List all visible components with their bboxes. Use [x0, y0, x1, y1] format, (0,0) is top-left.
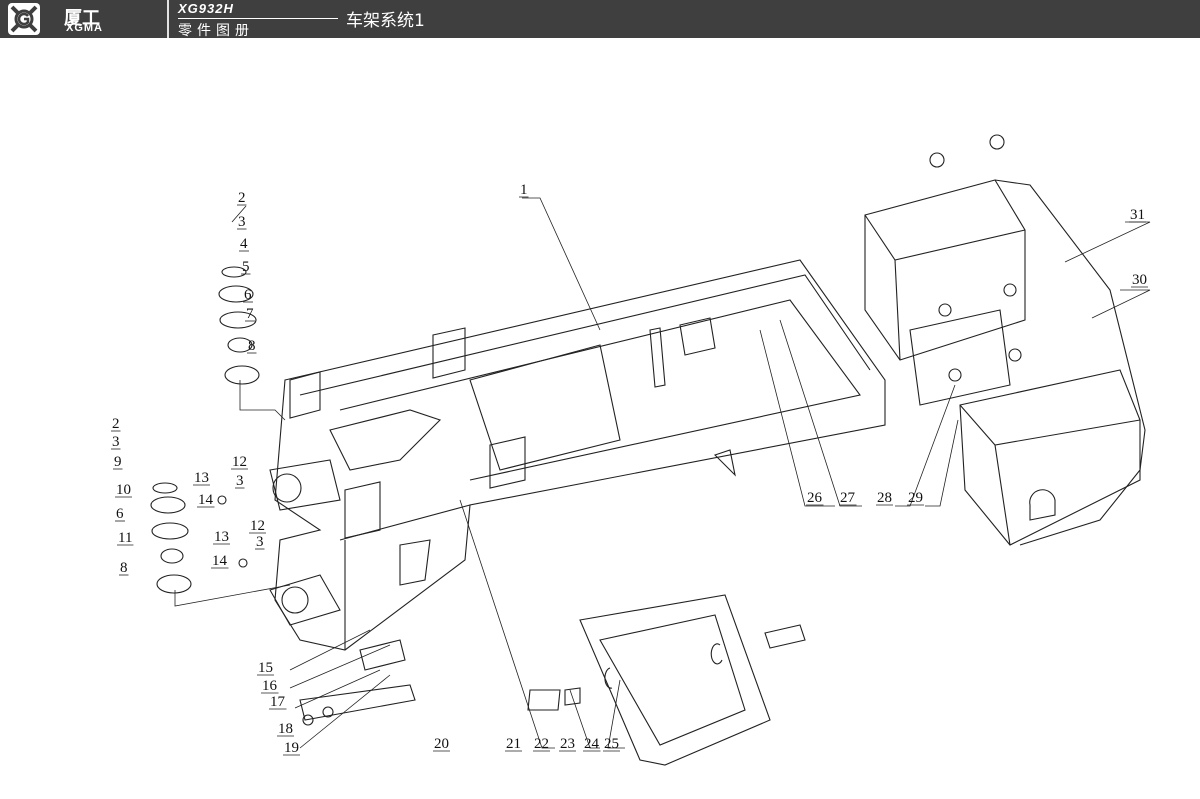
- callout-number-13: 13: [214, 529, 229, 545]
- header-bar: 厦工 XGMA XG932H 零件图册 车架系统1: [0, 0, 1200, 39]
- callout-number-11: 11: [118, 530, 132, 546]
- callout-number-20: 20: [434, 736, 449, 752]
- callout-number-13: 13: [194, 470, 209, 486]
- callout-number-3: 3: [236, 473, 244, 489]
- header-rule: [178, 18, 338, 19]
- exploded-parts-diagram: 1234567823910611812313141213 314151617181…: [111, 134, 1151, 766]
- callout-number-5: 5: [242, 259, 250, 275]
- callout-number-18: 18: [278, 721, 293, 737]
- callout-number-7: 7: [246, 306, 254, 322]
- callout-number-16: 16: [262, 678, 278, 694]
- callout-number-24: 24: [584, 736, 600, 752]
- section-title: 车架系统1: [346, 11, 425, 31]
- brand-name-en: XGMA: [66, 22, 103, 34]
- callout-number-6: 6: [116, 506, 124, 522]
- callout-number-10: 10: [116, 482, 131, 498]
- callout-number-15: 15: [258, 660, 273, 676]
- callout-number-27: 27: [840, 490, 856, 506]
- callout-number-1: 1: [520, 182, 528, 198]
- callout-number-12: 12: [250, 518, 265, 534]
- callout-number-30: 30: [1132, 272, 1147, 288]
- callout-number-9: 9: [114, 454, 122, 470]
- callout-number-14: 14: [212, 553, 228, 569]
- callout-number-23: 23: [560, 736, 575, 752]
- callout-number-2: 2: [112, 416, 120, 432]
- callout-number-2: 2: [238, 190, 246, 206]
- callout-number-12: 12: [232, 454, 247, 470]
- leader-lines: [231, 197, 1151, 749]
- callout-number-25: 25: [604, 736, 619, 752]
- callout-number-3: 3: [238, 214, 246, 230]
- callout-number-3: 3: [256, 534, 264, 550]
- callout-number-31: 31: [1130, 207, 1145, 223]
- callout-number-6: 6: [244, 287, 252, 303]
- callout-number-22: 22: [534, 736, 549, 752]
- header-divider: [167, 0, 169, 38]
- callout-number-3: 3: [112, 434, 120, 450]
- callout-number-17: 17: [270, 694, 286, 710]
- callout-number-28: 28: [877, 490, 892, 506]
- callout-number-21: 21: [506, 736, 521, 752]
- callout-number-19: 19: [284, 740, 299, 756]
- rear-frame-drawing: [864, 134, 1146, 546]
- callout-number-8: 8: [120, 560, 128, 576]
- front-frame-drawing: [269, 259, 886, 726]
- xgma-logo-icon: [8, 3, 40, 35]
- model-code: XG932H: [178, 1, 234, 16]
- callout-number-8: 8: [248, 338, 256, 354]
- callout-number-26: 26: [807, 490, 823, 506]
- callout-number-29: 29: [908, 490, 923, 506]
- book-title: 零件图册: [178, 23, 254, 39]
- callout-number-4: 4: [240, 236, 248, 252]
- callout-number-14: 14: [198, 492, 214, 508]
